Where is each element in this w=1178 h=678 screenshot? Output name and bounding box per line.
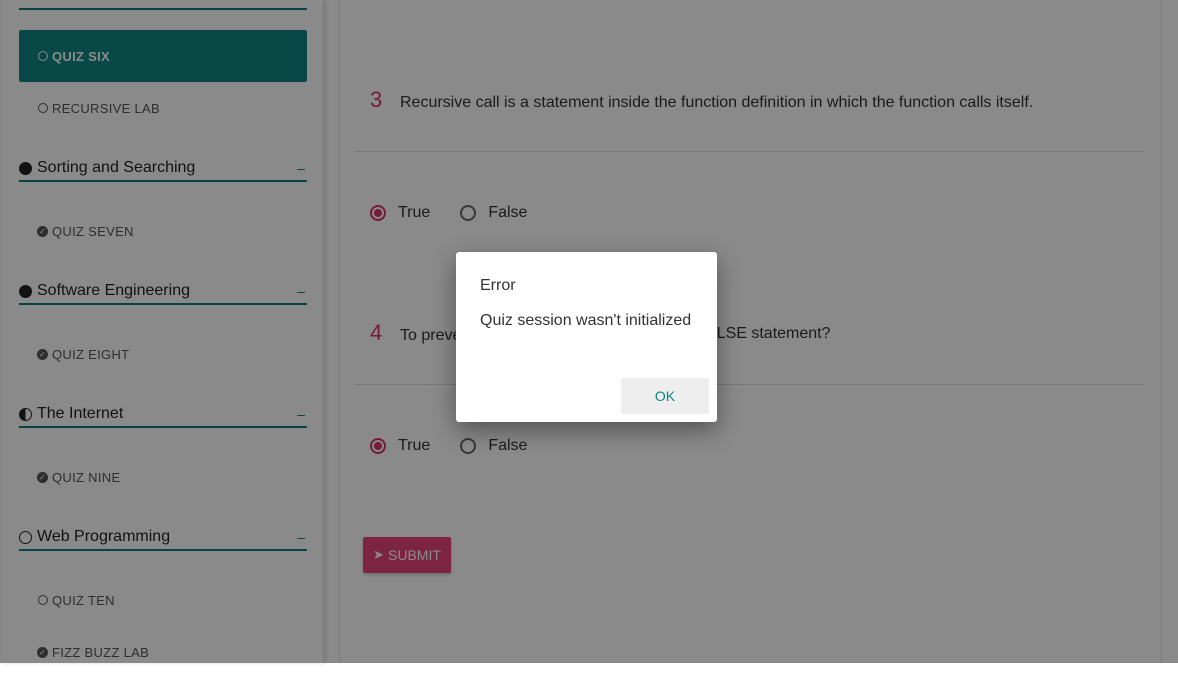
error-dialog: Error Quiz session wasn't initialized OK bbox=[456, 252, 717, 422]
ok-button[interactable]: OK bbox=[621, 378, 709, 414]
dialog-message: Quiz session wasn't initialized bbox=[480, 312, 692, 329]
dialog-title: Error bbox=[480, 277, 516, 294]
